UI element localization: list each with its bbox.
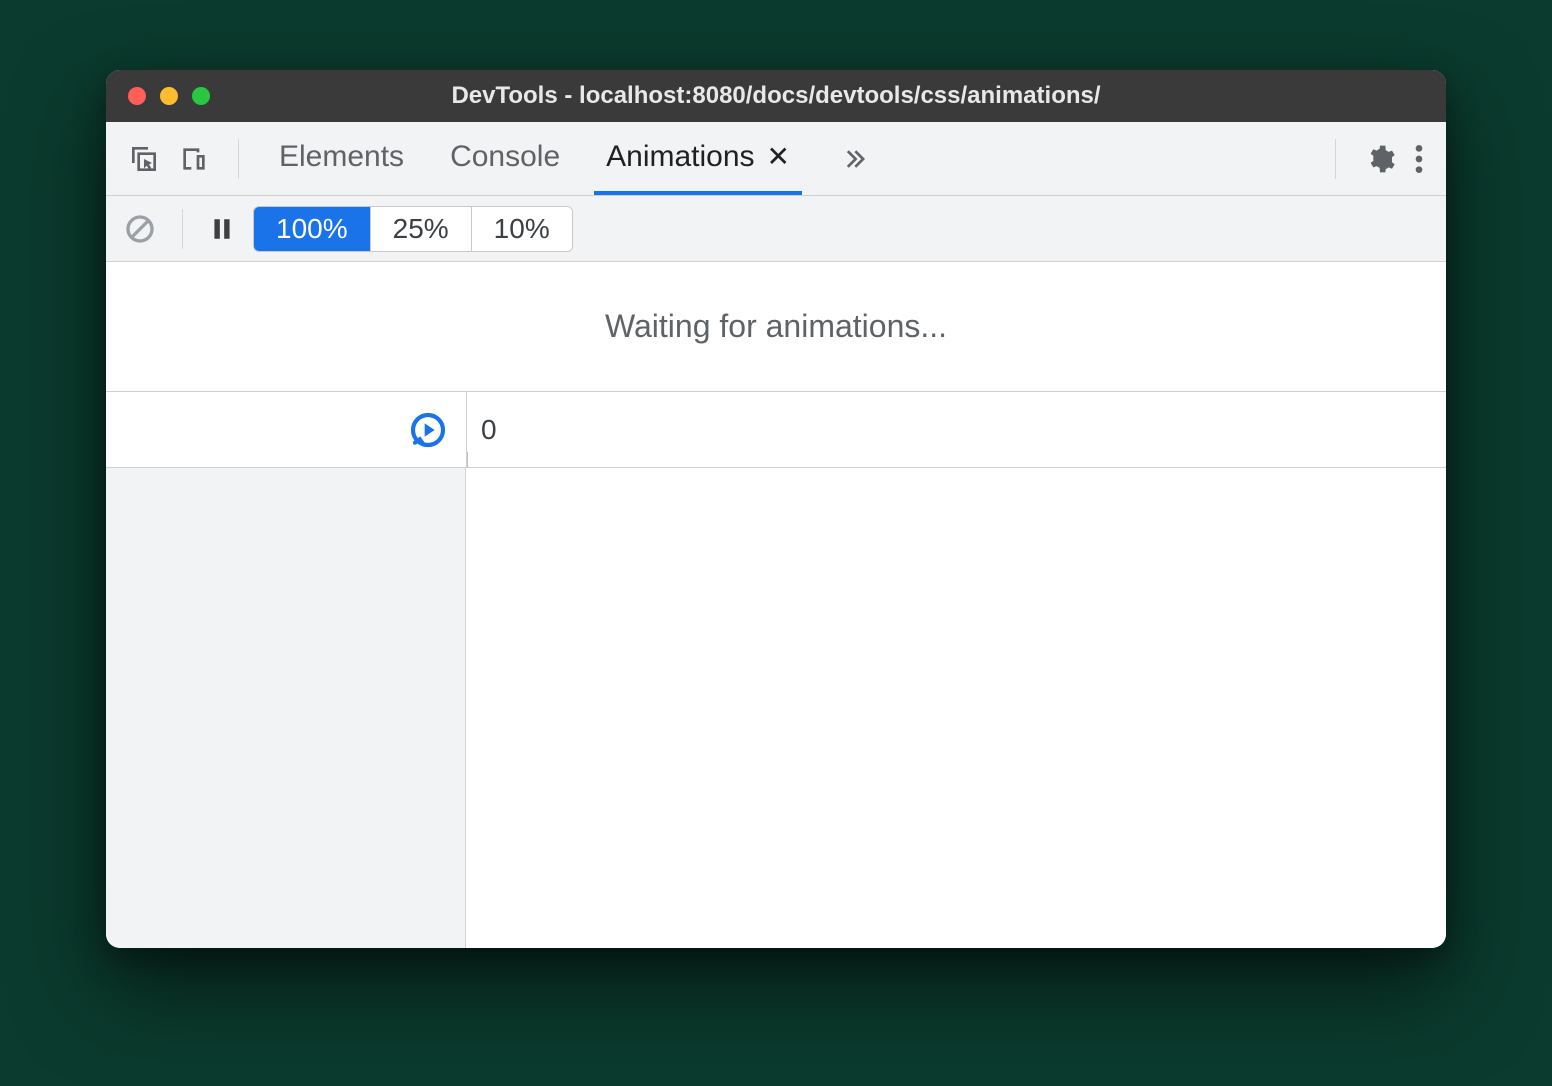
minimize-window-button[interactable]	[160, 87, 178, 105]
speed-10[interactable]: 10%	[471, 207, 572, 251]
device-toggle-icon[interactable]	[178, 143, 210, 175]
divider	[182, 209, 183, 249]
speed-25[interactable]: 25%	[370, 207, 471, 251]
close-icon[interactable]: ✕	[767, 140, 790, 173]
animations-toolbar: 100% 25% 10%	[106, 196, 1446, 262]
timeline-pane	[466, 468, 1446, 948]
timeline-body	[106, 468, 1446, 948]
tab-label: Animations	[606, 140, 754, 174]
timeline-start-label: 0	[481, 414, 497, 446]
tab-console[interactable]: Console	[438, 122, 572, 195]
window-title: DevTools - localhost:8080/docs/devtools/…	[106, 82, 1446, 110]
fullscreen-window-button[interactable]	[192, 87, 210, 105]
settings-icon[interactable]	[1364, 143, 1396, 175]
more-tabs-icon[interactable]	[824, 122, 886, 195]
timeline-header: 0	[106, 392, 1446, 468]
traffic-lights	[106, 87, 210, 105]
tab-label: Console	[450, 140, 560, 174]
replay-icon[interactable]	[408, 410, 448, 450]
tabstrip: Elements Console Animations ✕	[106, 122, 1446, 196]
divider	[1335, 139, 1336, 179]
inspect-element-icon[interactable]	[128, 143, 160, 175]
pause-icon[interactable]	[209, 216, 235, 242]
tab-animations[interactable]: Animations ✕	[594, 122, 802, 195]
kebab-menu-icon[interactable]	[1414, 143, 1424, 175]
waiting-message: Waiting for animations...	[106, 262, 1446, 392]
devtools-window: DevTools - localhost:8080/docs/devtools/…	[106, 70, 1446, 948]
clear-icon[interactable]	[124, 213, 156, 245]
close-window-button[interactable]	[128, 87, 146, 105]
tab-list: Elements Console Animations ✕	[245, 122, 1329, 195]
tab-label: Elements	[279, 140, 404, 174]
tab-elements[interactable]: Elements	[267, 122, 416, 195]
divider	[238, 139, 239, 179]
titlebar: DevTools - localhost:8080/docs/devtools/…	[106, 70, 1446, 122]
timeline-tick	[467, 452, 468, 468]
speed-100[interactable]: 100%	[254, 207, 370, 251]
animation-list-pane	[106, 468, 466, 948]
playback-speed-picker: 100% 25% 10%	[253, 206, 573, 252]
